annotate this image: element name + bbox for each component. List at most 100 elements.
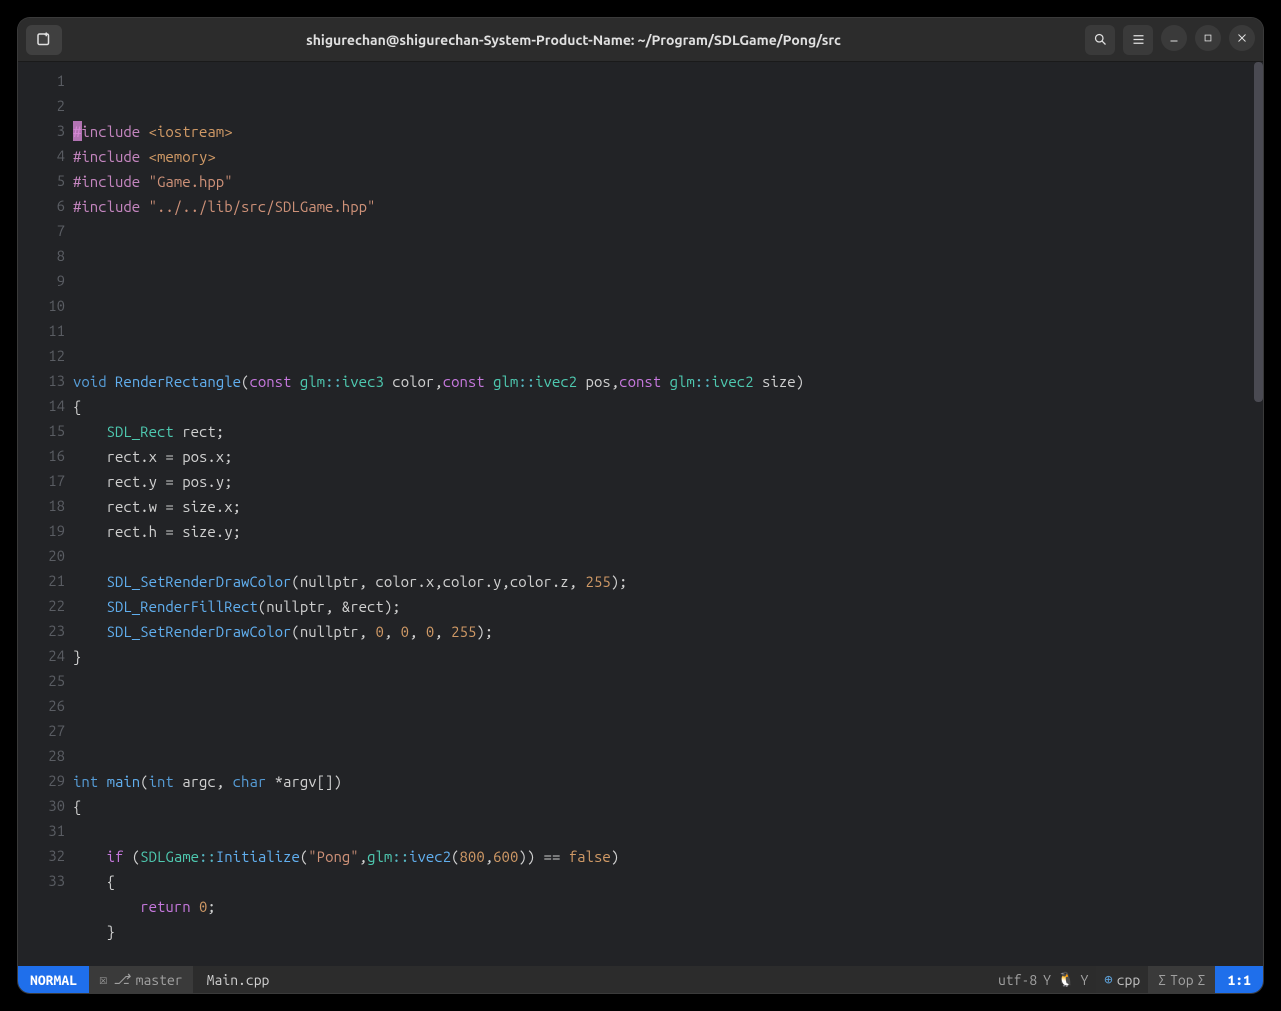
line-number: 23 — [18, 618, 73, 643]
cursor-block — [73, 121, 82, 141]
git-branch-segment: ☒ ⎇ master — [89, 966, 193, 993]
filetype-label: cpp — [1117, 972, 1141, 988]
line-number: 12 — [18, 343, 73, 368]
line-number: 33 — [18, 868, 73, 893]
line-number: 19 — [18, 518, 73, 543]
code-line[interactable]: #include "Game.hpp" — [73, 169, 1263, 194]
line-number: 10 — [18, 293, 73, 318]
code-line[interactable] — [73, 219, 1263, 244]
code-line[interactable] — [73, 819, 1263, 844]
code-line[interactable]: SDL_Rect rect; — [73, 419, 1263, 444]
code-line[interactable]: #include <iostream> — [73, 119, 1263, 144]
line-number: 22 — [18, 593, 73, 618]
close-button[interactable] — [1229, 25, 1255, 51]
line-number: 26 — [18, 693, 73, 718]
code-line[interactable] — [73, 744, 1263, 769]
code-line[interactable] — [73, 669, 1263, 694]
filename-segment: Main.cpp — [193, 966, 284, 993]
statusbar: NORMAL ☒ ⎇ master Main.cpp utf-8 Ү 🐧 Ү ⊕… — [18, 966, 1263, 993]
readonly-icon: ☒ — [99, 971, 107, 988]
line-number: 21 — [18, 568, 73, 593]
code-line[interactable] — [73, 269, 1263, 294]
code-line[interactable]: rect.w = size.x; — [73, 494, 1263, 519]
statusbar-spacer — [283, 966, 990, 993]
line-number: 9 — [18, 268, 73, 293]
line-number: 11 — [18, 318, 73, 343]
line-number: 20 — [18, 543, 73, 568]
sigma-icon: Σ — [1158, 972, 1166, 988]
line-number: 27 — [18, 718, 73, 743]
code-line[interactable]: { — [73, 794, 1263, 819]
code-line[interactable]: { — [73, 394, 1263, 419]
maximize-button[interactable] — [1195, 25, 1221, 51]
line-number: 32 — [18, 843, 73, 868]
cpp-icon: ⊕ — [1104, 971, 1112, 988]
line-number: 30 — [18, 793, 73, 818]
sigma-icon-2: Σ — [1198, 972, 1206, 988]
line-number: 25 — [18, 668, 73, 693]
line-number: 5 — [18, 168, 73, 193]
code-line[interactable] — [73, 544, 1263, 569]
code-line[interactable] — [73, 719, 1263, 744]
line-number: 3 — [18, 118, 73, 143]
code-line[interactable]: #include "../../lib/src/SDLGame.hpp" — [73, 194, 1263, 219]
line-number: 1 — [18, 68, 73, 93]
search-button[interactable] — [1085, 25, 1115, 55]
line-number: 6 — [18, 193, 73, 218]
git-branch-icon: ⎇ — [113, 971, 129, 988]
code-line[interactable]: } — [73, 644, 1263, 669]
line-number: 29 — [18, 768, 73, 793]
line-number: 4 — [18, 143, 73, 168]
line-number: 8 — [18, 243, 73, 268]
terminal-window: shigurechan@shigurechan-System-Product-N… — [18, 18, 1263, 993]
code-content[interactable]: #include <iostream>#include <memory>#inc… — [73, 62, 1263, 966]
minimize-button[interactable] — [1161, 25, 1187, 51]
yc-icon: Ү — [1043, 972, 1051, 988]
scroll-label: Top — [1170, 972, 1194, 988]
code-line[interactable]: if (SDLGame::Initialize("Pong",glm::ivec… — [73, 844, 1263, 869]
code-line[interactable] — [73, 319, 1263, 344]
line-number: 15 — [18, 418, 73, 443]
code-line[interactable] — [73, 294, 1263, 319]
vim-mode-indicator: NORMAL — [18, 966, 89, 993]
line-number: 18 — [18, 493, 73, 518]
line-number: 16 — [18, 443, 73, 468]
code-line[interactable]: void RenderRectangle(const glm::ivec3 co… — [73, 369, 1263, 394]
code-line[interactable]: SDL_RenderFillRect(nullptr, &rect); — [73, 594, 1263, 619]
line-number: 13 — [18, 368, 73, 393]
code-line[interactable]: rect.x = pos.x; — [73, 444, 1263, 469]
editor-area[interactable]: 1234567891011121314151617181920212223242… — [18, 62, 1263, 966]
line-number-gutter: 1234567891011121314151617181920212223242… — [18, 62, 73, 966]
code-line[interactable] — [73, 694, 1263, 719]
line-number: 7 — [18, 218, 73, 243]
line-number: 24 — [18, 643, 73, 668]
code-line[interactable]: #include <memory> — [73, 144, 1263, 169]
titlebar: shigurechan@shigurechan-System-Product-N… — [18, 18, 1263, 62]
code-line[interactable]: rect.h = size.y; — [73, 519, 1263, 544]
code-line[interactable] — [73, 244, 1263, 269]
encoding-segment: utf-8 Ү 🐧 Ү — [990, 966, 1096, 993]
code-line[interactable]: return 0; — [73, 894, 1263, 919]
code-line[interactable]: rect.y = pos.y; — [73, 469, 1263, 494]
yc-icon-2: Ү — [1080, 972, 1088, 988]
window-title: shigurechan@shigurechan-System-Product-N… — [62, 32, 1085, 48]
filetype-segment: ⊕ cpp — [1096, 966, 1148, 993]
code-line[interactable]: } — [73, 919, 1263, 944]
line-number: 14 — [18, 393, 73, 418]
hamburger-menu-button[interactable] — [1123, 25, 1153, 55]
code-line[interactable]: { — [73, 869, 1263, 894]
encoding-label: utf-8 — [998, 972, 1037, 988]
scrollbar-thumb[interactable] — [1254, 62, 1263, 402]
code-line[interactable]: SDL_SetRenderDrawColor(nullptr, 0, 0, 0,… — [73, 619, 1263, 644]
scroll-position-segment: Σ Top Σ — [1148, 966, 1215, 993]
line-number: 17 — [18, 468, 73, 493]
linux-icon: 🐧 — [1057, 971, 1074, 988]
vertical-scrollbar[interactable] — [1254, 62, 1263, 939]
code-line[interactable] — [73, 344, 1263, 369]
line-number: 28 — [18, 743, 73, 768]
code-line[interactable]: int main(int argc, char *argv[]) — [73, 769, 1263, 794]
new-tab-button[interactable] — [26, 25, 62, 55]
code-line[interactable]: SDL_SetRenderDrawColor(nullptr, color.x,… — [73, 569, 1263, 594]
line-number: 2 — [18, 93, 73, 118]
line-number: 31 — [18, 818, 73, 843]
